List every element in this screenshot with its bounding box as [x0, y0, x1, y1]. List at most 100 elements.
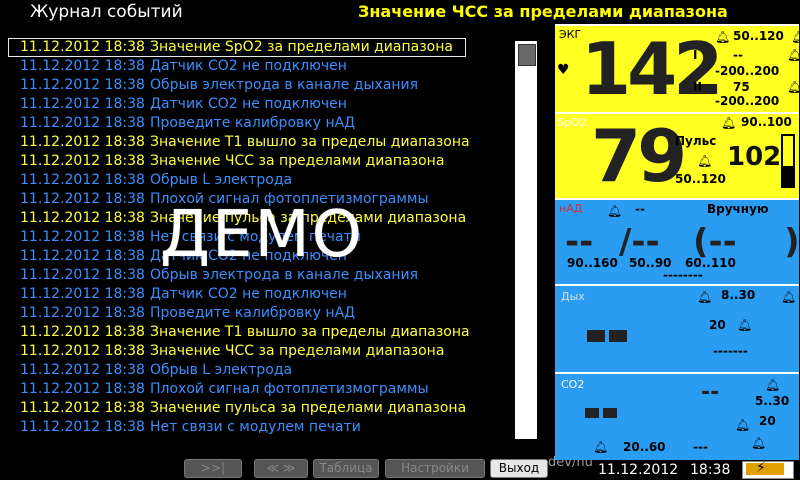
jump-end-button[interactable]: >>|	[184, 459, 242, 478]
status-time: 18:38	[690, 462, 731, 478]
co2-value-block	[603, 408, 617, 418]
log-row[interactable]: 11.12.2012 18:38 Значение ЧСС за пределам…	[8, 152, 466, 171]
log-row-message: Значение ЧСС за пределами диапазона	[150, 153, 445, 169]
bell-icon: 🔔︎	[751, 436, 767, 450]
co2-fi-limit: 20	[759, 414, 776, 428]
nibp-sys-range: 90..160	[567, 256, 618, 270]
bell-icon: 🔔︎	[765, 378, 781, 392]
log-row-timestamp: 11.12.2012 18:38	[20, 134, 145, 150]
bell-icon: 🔔︎	[781, 290, 797, 304]
log-row-message: Значение пульса за пределами диапазона	[150, 210, 467, 226]
log-row[interactable]: 11.12.2012 18:38 Плохой сигнал фотоплетиз…	[8, 380, 466, 399]
nibp-mode-value: --	[635, 202, 645, 216]
bell-icon: 🔔︎	[593, 440, 609, 454]
lead-i-label: I	[693, 48, 698, 62]
exit-button[interactable]: Выход	[490, 459, 548, 478]
log-row-message: Обрыв электрода в канале дыхания	[150, 267, 419, 283]
log-row[interactable]: 11.12.2012 18:38 Обрыв L электрода	[8, 171, 466, 190]
event-log-list[interactable]: 11.12.2012 18:38 Значение SpO2 за предела…	[8, 38, 540, 440]
bell-icon: 🔔︎	[737, 318, 753, 332]
log-row-timestamp: 11.12.2012 18:38	[20, 324, 145, 340]
log-row-timestamp: 11.12.2012 18:38	[20, 305, 145, 321]
ecg-panel[interactable]: ЭКГ ♥ 142 🔔︎ 50..120 🔔︎ I -- 🔔︎ -200..20…	[555, 24, 800, 112]
log-row-timestamp: 11.12.2012 18:38	[20, 39, 145, 55]
log-row[interactable]: 11.12.2012 18:38 Значение SpO2 за предела…	[8, 38, 466, 57]
co2-et-range: 5..30	[755, 394, 790, 408]
log-row[interactable]: 11.12.2012 18:38 Значение пульса за преде…	[8, 209, 466, 228]
bell-icon: 🔔︎	[735, 418, 751, 432]
log-row-timestamp: 11.12.2012 18:38	[20, 115, 145, 131]
bell-icon: 🔔︎	[787, 80, 800, 94]
scroll-updown-button[interactable]: ≪ ≫	[254, 459, 308, 478]
log-row[interactable]: 11.12.2012 18:38 Датчик CO2 не подключен	[8, 247, 466, 266]
log-row[interactable]: 11.12.2012 18:38 Значение ЧСС за пределам…	[8, 342, 466, 361]
log-row[interactable]: 11.12.2012 18:38 Проведите калибровку нАД	[8, 114, 466, 133]
log-row[interactable]: 11.12.2012 18:38 Значение T1 вышло за пре…	[8, 323, 470, 342]
co2-panel[interactable]: CO2 🔔︎ -- 5..30 🔔︎ 20 🔔︎ 20..60 --- 🔔︎	[555, 372, 799, 460]
active-alarm-message: Значение ЧСС за пределами диапазона	[358, 2, 728, 21]
log-row-message: Обрыв L электрода	[150, 362, 293, 378]
log-row-timestamp: 11.12.2012 18:38	[20, 172, 145, 188]
log-row-message: Датчик CO2 не подключен	[150, 248, 347, 264]
log-row[interactable]: 11.12.2012 18:38 Проведите калибровку нАД	[8, 304, 466, 323]
log-row[interactable]: 11.12.2012 18:38 Нет связи с модулем печа…	[8, 418, 466, 437]
log-row-message: Плохой сигнал фотоплетизмограммы	[150, 191, 429, 207]
bell-icon: 🔔︎	[787, 48, 800, 62]
log-row-timestamp: 11.12.2012 18:38	[20, 343, 145, 359]
log-row[interactable]: 11.12.2012 18:38 Значение пульса за преде…	[8, 399, 466, 418]
nibp-panel[interactable]: нАД 🔔︎ -- Вручную -- /-- (-- ) 90..160 5…	[555, 198, 800, 284]
st-ii-range: -200..200	[715, 94, 780, 108]
log-row[interactable]: 11.12.2012 18:38 Плохой сигнал фотоплетиз…	[8, 190, 466, 209]
page-title: Журнал событий	[30, 2, 183, 22]
nibp-timer: --------	[663, 268, 703, 282]
resp-value-block	[609, 330, 627, 342]
resp-dashes: -------	[713, 344, 748, 358]
log-row[interactable]: 11.12.2012 18:38 Обрыв электрода в канале…	[8, 76, 466, 95]
spo2-panel[interactable]: SpO2 79 🔔︎ 90..100 Пульс 🔔︎ 102 50..120	[555, 112, 799, 198]
resp-alarm-range: 8..30	[721, 288, 756, 302]
log-row[interactable]: 11.12.2012 18:38 Датчик CO2 не подключен	[8, 57, 466, 76]
log-row-message: Значение пульса за пределами диапазона	[150, 400, 467, 416]
co2-label: CO2	[561, 378, 585, 391]
log-row-timestamp: 11.12.2012 18:38	[20, 153, 145, 169]
spo2-value: 79	[591, 114, 687, 198]
log-row-message: Проведите калибровку нАД	[150, 115, 356, 131]
log-row-message: Нет связи с модулем печати	[150, 419, 361, 435]
ecg-label: ЭКГ	[559, 28, 582, 41]
co2-awrr-range: 20..60	[623, 440, 666, 454]
log-row-message: Датчик CO2 не подключен	[150, 58, 347, 74]
log-scrollbar-thumb[interactable]	[518, 44, 536, 66]
st-i-range: -200..200	[715, 64, 780, 78]
heart-rate-value: 142	[581, 27, 723, 111]
log-row-message: Датчик CO2 не подключен	[150, 96, 347, 112]
bell-icon: 🔔︎	[721, 116, 737, 130]
log-row-message: Значение T1 вышло за пределы диапазона	[150, 134, 470, 150]
table-button[interactable]: Таблица	[313, 459, 379, 478]
log-row-message: Значение ЧСС за пределами диапазона	[150, 343, 445, 359]
settings-button[interactable]: Настройки	[385, 459, 485, 478]
log-row-message: Обрыв L электрода	[150, 172, 293, 188]
log-row-message: Значение SpO2 за пределами диапазона	[150, 39, 453, 55]
log-row[interactable]: 11.12.2012 18:38 Значение T1 вышло за пре…	[8, 133, 470, 152]
resp-limit: 20	[709, 318, 726, 332]
pulse-value: 102	[727, 142, 782, 172]
lead-ii-label: II	[693, 80, 702, 94]
heart-icon: ♥	[557, 62, 570, 78]
nibp-label: нАД	[559, 202, 583, 215]
log-row[interactable]: 11.12.2012 18:38 Обрыв электрода в канале…	[8, 266, 466, 285]
log-row[interactable]: 11.12.2012 18:38 Датчик CO2 не подключен	[8, 95, 466, 114]
log-scrollbar[interactable]	[515, 41, 537, 439]
resp-label: Дых	[561, 290, 585, 303]
nibp-mode: Вручную	[707, 202, 769, 216]
resp-panel[interactable]: Дых 🔔︎ 8..30 🔔︎ 20 🔔︎ -------	[555, 284, 799, 372]
status-date: 11.12.2012	[598, 462, 679, 478]
log-row-message: Датчик CO2 не подключен	[150, 286, 347, 302]
bell-icon: 🔔︎	[715, 30, 731, 44]
log-row[interactable]: 11.12.2012 18:38 Нет связи с модулем печа…	[8, 228, 466, 247]
log-row-timestamp: 11.12.2012 18:38	[20, 362, 145, 378]
log-row-timestamp: 11.12.2012 18:38	[20, 191, 145, 207]
bell-icon: 🔔︎	[697, 154, 713, 168]
log-row[interactable]: 11.12.2012 18:38 Датчик CO2 не подключен	[8, 285, 466, 304]
log-row[interactable]: 11.12.2012 18:38 Обрыв L электрода	[8, 361, 466, 380]
log-row-timestamp: 11.12.2012 18:38	[20, 381, 145, 397]
